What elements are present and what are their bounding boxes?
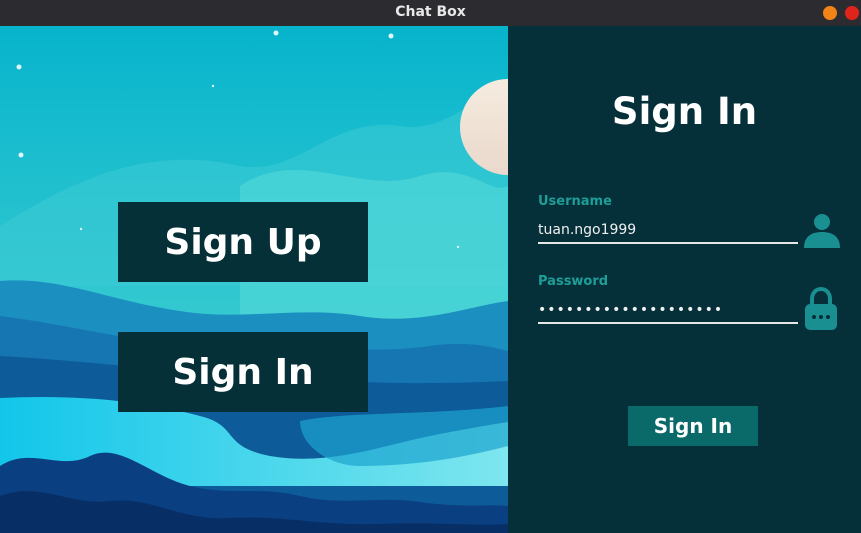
username-field[interactable] <box>538 218 798 244</box>
username-label: Username <box>538 194 612 209</box>
lock-icon <box>805 287 837 330</box>
password-label: Password <box>538 274 609 289</box>
sign-in-form-panel: Sign In Username Password Sign In <box>508 26 861 533</box>
close-button[interactable] <box>845 6 859 20</box>
minimize-button[interactable] <box>823 6 837 20</box>
user-icon <box>804 214 840 248</box>
window-title: Chat Box <box>395 4 466 20</box>
sign-up-button[interactable]: Sign Up <box>118 202 368 282</box>
sign-in-switch-button[interactable]: Sign In <box>118 332 368 412</box>
landscape-panel: Sign Up Sign In <box>0 26 508 533</box>
submit-sign-in-button[interactable]: Sign In <box>628 406 758 446</box>
title-bar: Chat Box <box>0 0 861 26</box>
form-title: Sign In <box>611 90 758 133</box>
password-field[interactable] <box>538 298 798 324</box>
